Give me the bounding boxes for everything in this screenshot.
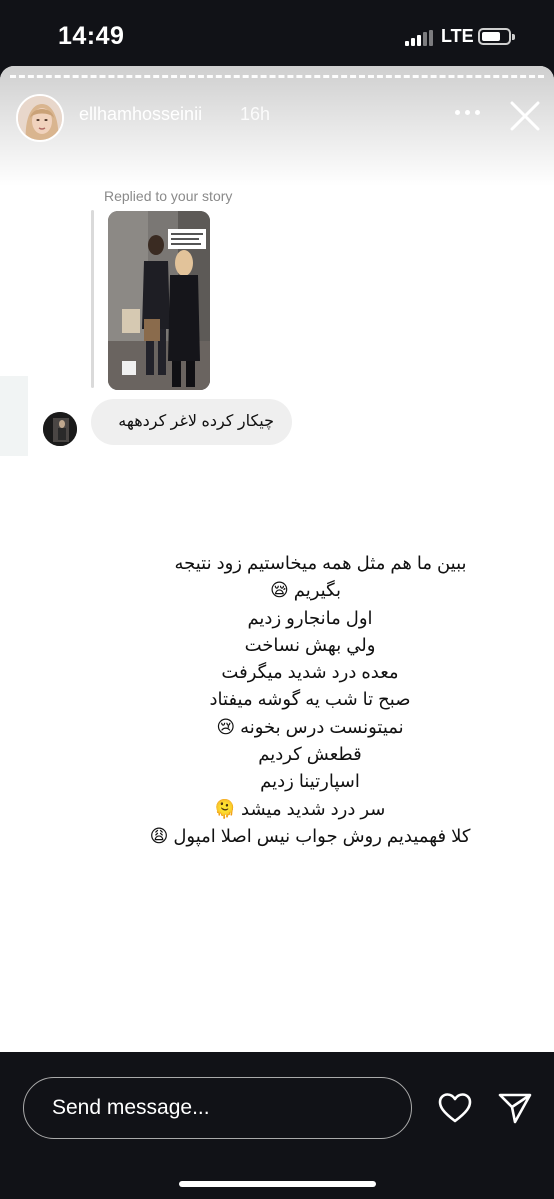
- replied-to-story-label: Replied to your story: [104, 188, 233, 204]
- message-line: سر درد شدید میشد 🫠: [213, 798, 386, 819]
- battery-icon: [478, 28, 515, 45]
- heart-icon[interactable]: [437, 1090, 473, 1126]
- message-line: معده درد شدید میگرفت: [221, 662, 399, 683]
- message-line: ببین ما هم مثل همه میخاستیم زود نتیجه: [174, 553, 467, 573]
- story-viewer: 14:49 LTE ellhamhosseinii 16h Replied to…: [0, 0, 554, 1199]
- reply-indicator-bar: [91, 210, 94, 388]
- message-line: کلا فهمیدیم روش جواب نیس اصلا امپول 😩: [149, 825, 471, 846]
- battery-level: [482, 32, 500, 41]
- message-line: قطعش کردیم: [258, 744, 362, 765]
- send-message-field[interactable]: [23, 1077, 412, 1139]
- avatar[interactable]: [16, 94, 64, 142]
- story-reply-bar: [0, 1052, 554, 1199]
- story-progress-bar: [10, 75, 544, 78]
- send-icon[interactable]: [497, 1090, 533, 1126]
- replied-story-thumbnail[interactable]: [108, 211, 210, 390]
- story-header-shade: [0, 66, 554, 186]
- message-line: اول مانجارو زدیم: [247, 607, 373, 628]
- network-type: LTE: [441, 26, 474, 46]
- story-card[interactable]: ellhamhosseinii 16h Replied to your stor…: [0, 66, 554, 1052]
- home-indicator: [179, 1181, 376, 1187]
- story-text-message: ببین ما هم مثل همه میخاستیم زود نتیجه بگ…: [90, 550, 530, 850]
- message-line: صبح تا شب یه گوشه میفتاد: [209, 689, 411, 710]
- send-message-input[interactable]: [52, 1092, 382, 1124]
- message-line: اسپارتینا زدیم: [260, 771, 360, 792]
- reply-message-bubble: چیکار کرده لاغر کردههه: [91, 399, 292, 445]
- story-username[interactable]: ellhamhosseinii: [79, 104, 202, 125]
- close-icon[interactable]: [507, 98, 543, 134]
- message-line: ولي بهش نساخت: [244, 634, 376, 655]
- cellular-signal-icon: [405, 30, 435, 46]
- sender-avatar[interactable]: [43, 412, 77, 446]
- story-timestamp: 16h: [240, 104, 271, 124]
- more-horizontal-icon[interactable]: [455, 110, 485, 118]
- message-line: بگیریم 😪: [269, 580, 342, 601]
- background-fragment: [0, 376, 28, 456]
- status-time: 14:49: [58, 22, 125, 50]
- message-line: نمیتونست درس بخونه 😢: [216, 716, 404, 737]
- status-bar: 14:49 LTE: [0, 0, 554, 66]
